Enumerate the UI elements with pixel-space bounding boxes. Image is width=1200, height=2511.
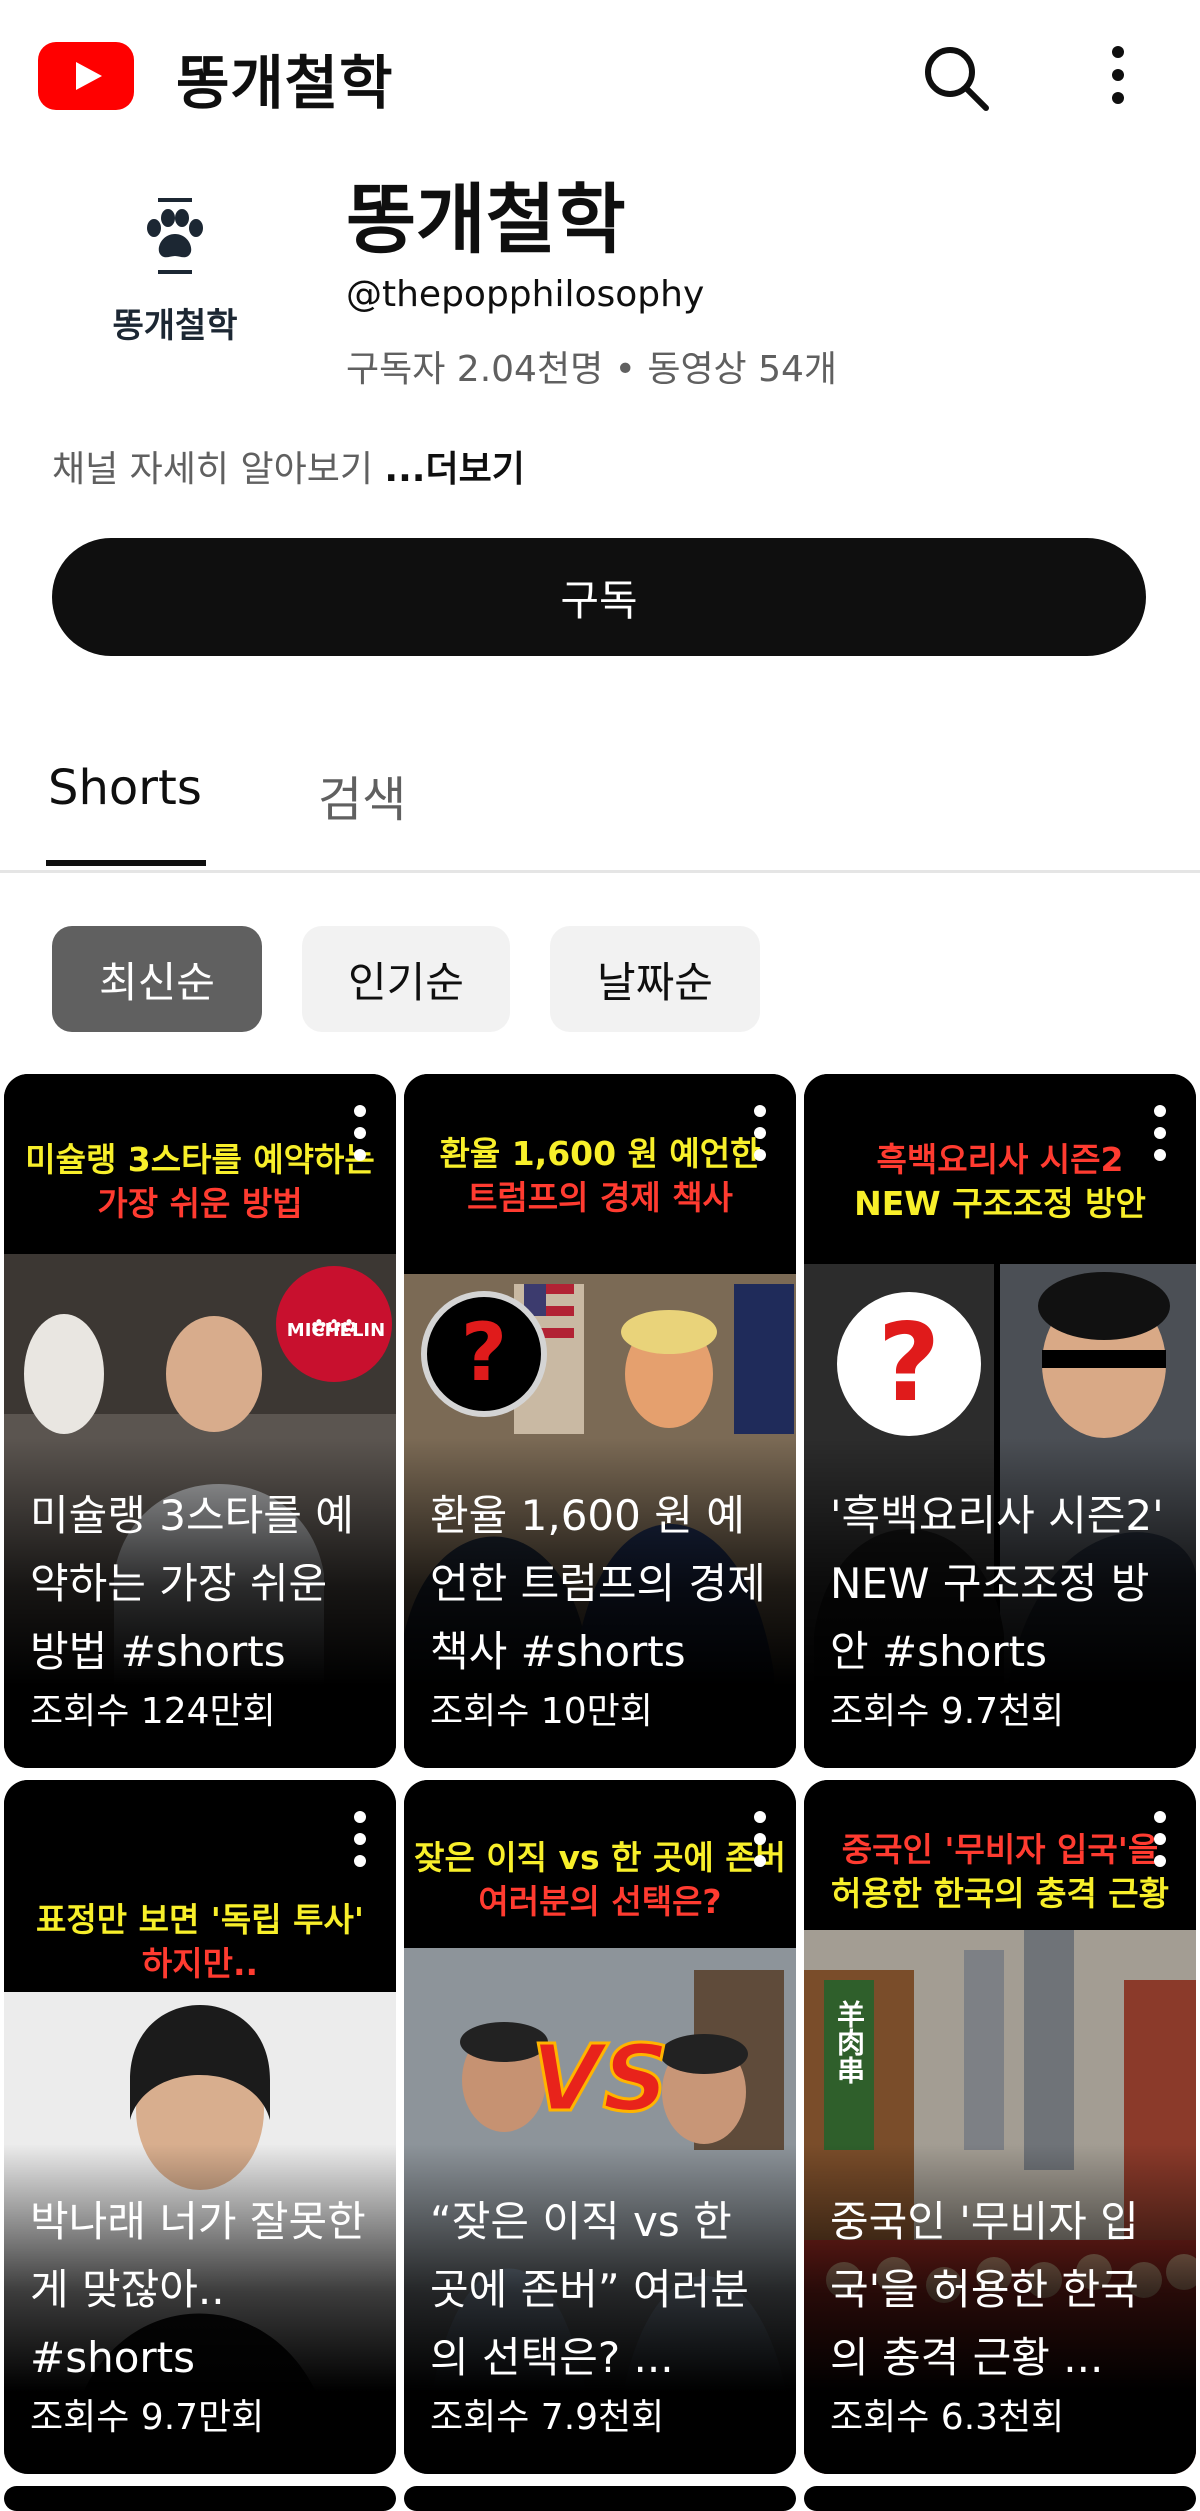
channel-name: 똥개철학: [346, 175, 626, 264]
short-card[interactable]: 표정만 보면 '독립 투사' 하지만.. 박나래 너가 잘못한게 맞잖아.. #s…: [4, 1780, 396, 2474]
short-views: 조회수 7.9천회: [430, 2397, 665, 2438]
card-menu-icon[interactable]: [752, 1810, 768, 1868]
card-menu-icon[interactable]: [352, 1104, 368, 1162]
more-link[interactable]: ...더보기: [384, 449, 524, 490]
youtube-logo-icon[interactable]: [38, 42, 134, 110]
card-menu-icon[interactable]: [752, 1104, 768, 1162]
short-card[interactable]: ✿✿✿ MICHELIN 미슐랭 3스타를 예약하는 가장 쉬운 방법 미슐랭 3…: [4, 1074, 396, 1768]
filter-chip-popular[interactable]: 인기순: [302, 926, 510, 1032]
short-views: 조회수 6.3천회: [830, 2397, 1065, 2438]
short-title: '흑백요리사 시즌2' NEW 구조조정 방안 #shorts: [830, 1491, 1164, 1676]
channel-avatar[interactable]: 똥개철학: [70, 170, 280, 380]
vs-badge: VS: [531, 2025, 668, 2132]
shop-sign: 羊肉串: [833, 2000, 866, 2084]
question-mark-icon: ?: [878, 1301, 941, 1426]
filter-chip-date[interactable]: 날짜순: [550, 926, 760, 1032]
short-card[interactable]: [804, 2486, 1196, 2511]
short-card[interactable]: VS 잦은 이직 vs 한 곳에 존버 여러분의 선택은? “잦은 이직 vs 한…: [404, 1780, 796, 2474]
short-views: 조회수 10만회: [430, 1691, 653, 1732]
thumbnail-caption: 중국인 '무비자 입국'을 허용한 한국의 충격 근황: [804, 1822, 1196, 1922]
short-card[interactable]: ? 환율 1,600 원 예언한 트럼프의 경제 책사 환율 1,600 원 예언…: [404, 1074, 796, 1768]
thumbnail-caption: 잦은 이직 vs 한 곳에 존버 여러분의 선택은?: [404, 1830, 796, 1930]
short-title: “잦은 이직 vs 한 곳에 존버” 여러분의 선택은? ...: [430, 2197, 749, 2382]
tab-divider: [0, 870, 1200, 873]
short-views: 조회수 9.7만회: [30, 2397, 265, 2438]
short-card[interactable]: 羊肉串 중국인 '무비자 입국'을 허용한 한국의 충격 근황 중국인 '무비자 …: [804, 1780, 1196, 2474]
thumbnail-caption: 흑백요리사 시즌2 NEW 구조조정 방안: [804, 1132, 1196, 1232]
short-card[interactable]: [404, 2486, 796, 2511]
short-views: 조회수 9.7천회: [830, 1691, 1065, 1732]
short-card[interactable]: ? 흑백요리사 시즌2 NEW 구조조정 방안 '흑백요리사 시즌2' NEW 구…: [804, 1074, 1196, 1768]
channel-description[interactable]: 채널 자세히 알아보기 ...더보기: [52, 440, 525, 492]
avatar-label: 똥개철학: [112, 306, 238, 346]
tab-search[interactable]: 검색: [318, 760, 406, 830]
michelin-badge: MICHELIN: [286, 1320, 386, 1341]
short-title: 중국인 '무비자 입국'을 허용한 한국의 충격 근황 ...: [830, 2197, 1139, 2382]
channel-handle: @thepopphilosophy: [346, 274, 705, 315]
filter-chip-latest[interactable]: 최신순: [52, 926, 262, 1032]
app-bar-title: 똥개철학: [176, 49, 394, 117]
channel-stats: 구독자 2.04천명 • 동영상 54개: [346, 349, 838, 390]
paw-icon: [147, 198, 203, 274]
card-menu-icon[interactable]: [352, 1810, 368, 1868]
card-menu-icon[interactable]: [1152, 1104, 1168, 1162]
question-mark-icon: ?: [461, 1306, 507, 1399]
subscribe-button[interactable]: 구독: [52, 538, 1146, 656]
card-menu-icon[interactable]: [1152, 1810, 1168, 1868]
thumbnail-caption: 환율 1,600 원 예언한 트럼프의 경제 책사: [404, 1126, 796, 1226]
channel-description-text: 채널 자세히 알아보기: [52, 449, 385, 490]
short-title: 환율 1,600 원 예언한 트럼프의 경제 책사 #shorts: [430, 1491, 766, 1676]
tab-shorts[interactable]: Shorts: [48, 760, 202, 816]
short-card[interactable]: [4, 2486, 396, 2511]
short-title: 미슐랭 3스타를 예약하는 가장 쉬운 방법 #shorts: [30, 1491, 354, 1676]
tab-selected-indicator: [46, 860, 206, 866]
search-icon[interactable]: [916, 38, 996, 118]
short-title: 박나래 너가 잘못한게 맞잖아.. #shorts: [30, 2197, 366, 2382]
thumbnail-caption: 미슐랭 3스타를 예약하는 가장 쉬운 방법: [4, 1132, 396, 1232]
more-vert-icon[interactable]: [1088, 42, 1148, 112]
short-views: 조회수 124만회: [30, 1691, 276, 1732]
thumbnail-caption: 표정만 보면 '독립 투사' 하지만..: [4, 1892, 396, 1992]
